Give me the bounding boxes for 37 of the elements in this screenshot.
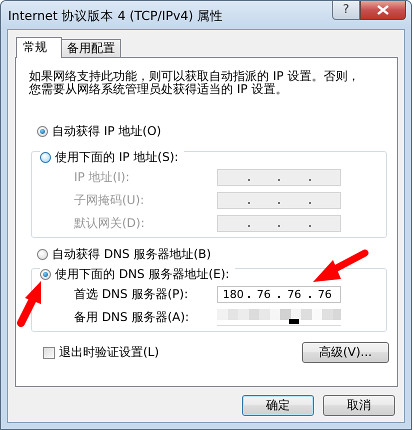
field-label: 默认网关(D): bbox=[74, 215, 145, 232]
ip-octet: 76 bbox=[279, 288, 310, 301]
annotation-arrow bbox=[313, 250, 368, 282]
window-title: Internet 协议版本 4 (TCP/IPv4) 属性 bbox=[8, 8, 224, 25]
tab[interactable]: 备用配置 bbox=[61, 39, 121, 57]
description-text: 您需要从网络系统管理员处获得适当的 IP 设置。 bbox=[29, 83, 288, 96]
radio-button[interactable] bbox=[40, 269, 51, 280]
field-label: 子网掩码(U): bbox=[74, 192, 144, 209]
ip-address-field[interactable] bbox=[217, 215, 341, 232]
help-button[interactable]: ? bbox=[332, 1, 360, 20]
ip-octet: 76 bbox=[248, 288, 279, 301]
radio-button[interactable] bbox=[37, 126, 48, 136]
radio-label: 自动获得 DNS 服务器地址(B) bbox=[52, 246, 212, 262]
description-text: 如果网络支持此功能，则可以获取自动指派的 IP 设置。否则， bbox=[29, 70, 360, 83]
checkbox[interactable] bbox=[43, 346, 55, 358]
dialog-button[interactable]: 确定 bbox=[242, 395, 314, 416]
blurred-ip-field[interactable] bbox=[217, 309, 341, 326]
ip-address-field[interactable] bbox=[217, 169, 341, 186]
radio-button[interactable] bbox=[37, 248, 48, 260]
radio-label: 使用下面的 DNS 服务器地址(E): bbox=[55, 266, 230, 283]
ip-address-field[interactable] bbox=[217, 192, 341, 209]
close-button[interactable] bbox=[360, 1, 406, 20]
dialog-button[interactable]: 取消 bbox=[323, 395, 395, 416]
ip-octet: 76 bbox=[310, 288, 340, 301]
ip-octet: 180 bbox=[222, 288, 245, 301]
checkbox-label: 退出时验证设置(L) bbox=[59, 344, 160, 361]
ip-address-field[interactable]: 180 76 76 76 bbox=[217, 286, 341, 303]
field-label: 备用 DNS 服务器(A): bbox=[74, 309, 190, 326]
radio-button[interactable] bbox=[40, 152, 51, 163]
radio-label: 使用下面的 IP 地址(S): bbox=[55, 149, 178, 166]
field-label: IP 地址(I): bbox=[74, 169, 130, 186]
dialog-button[interactable]: 高级(V)... bbox=[302, 342, 389, 363]
annotation-arrow bbox=[17, 281, 41, 327]
radio-label: 自动获得 IP 地址(O) bbox=[52, 122, 162, 140]
close-icon bbox=[377, 5, 389, 15]
field-label: 首选 DNS 服务器(P): bbox=[74, 286, 188, 303]
tab[interactable]: 常规 bbox=[16, 37, 62, 58]
